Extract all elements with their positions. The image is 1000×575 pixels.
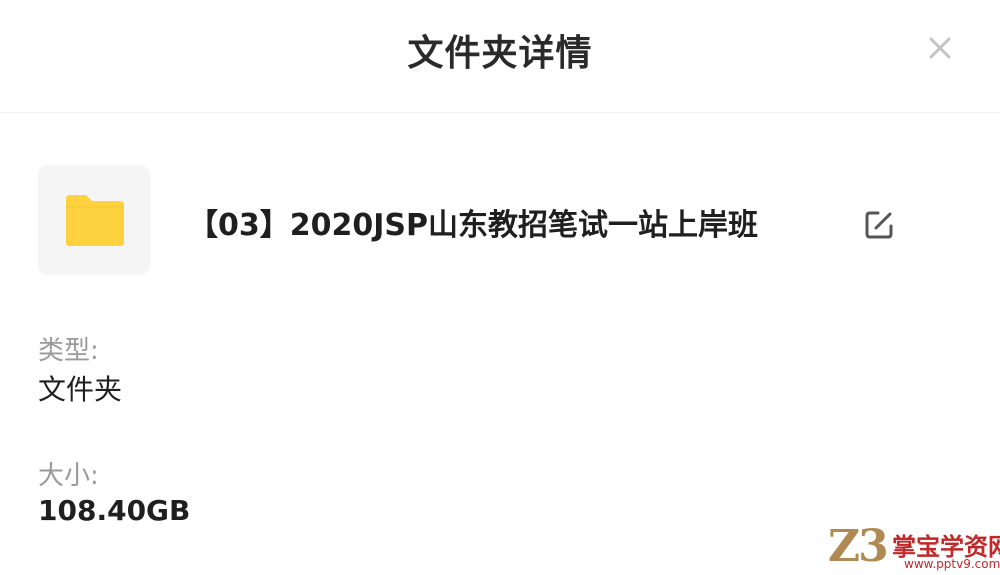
folder-thumbnail (38, 165, 150, 275)
watermark-logo: Z3 掌宝学资网 www.pptv9.com (820, 515, 1000, 575)
size-value: 108.40GB (38, 494, 191, 527)
size-label: 大小: (38, 461, 99, 491)
folder-name: 【03】2020JSP山东教招笔试一站上岸班 (188, 208, 758, 243)
close-icon (929, 37, 951, 59)
watermark-mark: Z3 (828, 521, 889, 572)
rename-button[interactable] (862, 208, 896, 242)
type-label: 类型: (38, 336, 99, 366)
folder-icon (66, 195, 124, 246)
dialog-header: 文件夹详情 (0, 0, 1000, 113)
folder-details-dialog: 文件夹详情 【03】2020JSP山东教招笔试一站上岸班 类型: 文件夹 大小:… (0, 0, 1000, 575)
type-value: 文件夹 (38, 373, 123, 406)
watermark-url: www.pptv9.com (904, 557, 1000, 571)
edit-icon (865, 211, 893, 239)
dialog-title: 文件夹详情 (407, 33, 593, 74)
close-button[interactable] (922, 30, 958, 66)
